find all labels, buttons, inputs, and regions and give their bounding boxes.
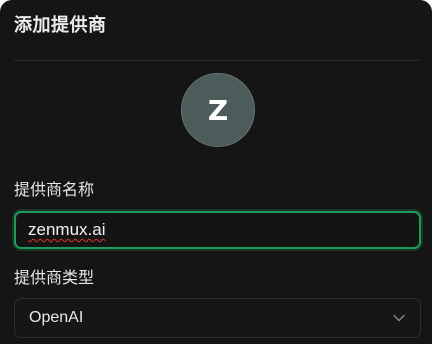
add-provider-dialog: 添加提供商 Z 提供商名称 zenmux.ai 提供商类型 OpenAI [0,0,432,344]
provider-name-label: 提供商名称 [14,180,95,199]
chevron-down-icon[interactable] [392,311,406,325]
provider-avatar[interactable]: Z [181,73,255,147]
header-divider [14,60,420,61]
provider-type-label: 提供商类型 [14,268,95,287]
provider-name-input[interactable]: zenmux.ai [14,211,421,249]
provider-type-value: OpenAI [29,309,84,326]
dialog-title: 添加提供商 [14,15,107,36]
provider-name-value[interactable]: zenmux.ai [28,220,105,240]
provider-type-select[interactable]: OpenAI [14,298,421,338]
